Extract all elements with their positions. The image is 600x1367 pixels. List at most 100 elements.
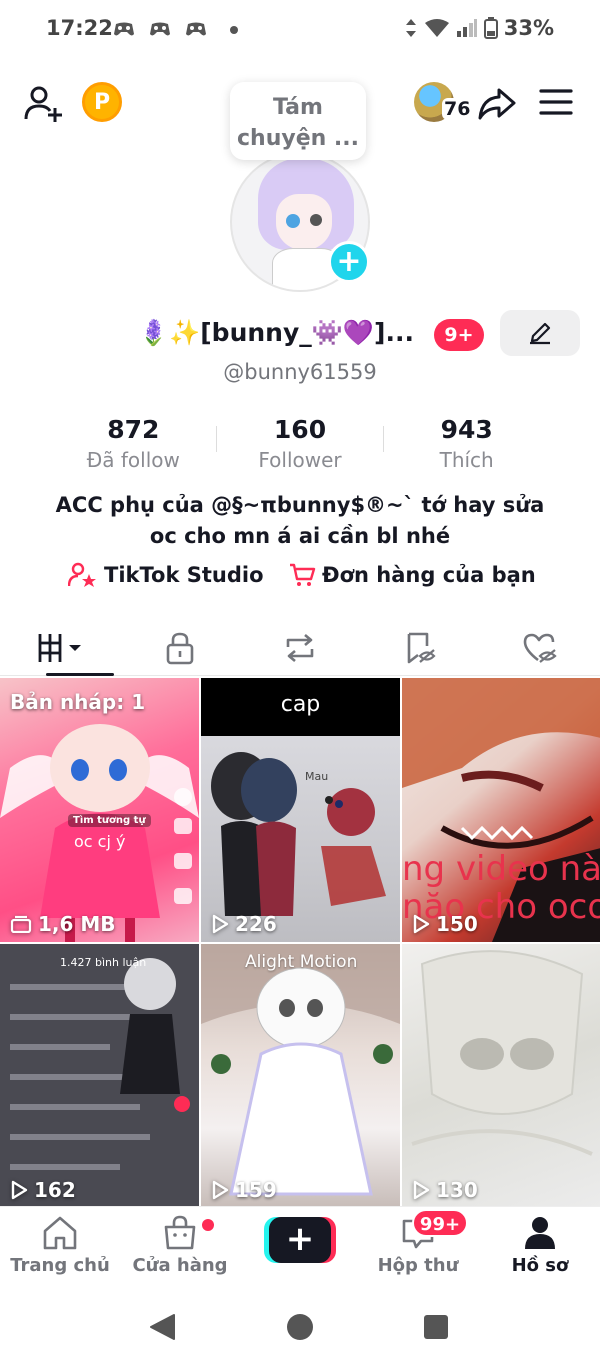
play-icon (212, 1180, 229, 1200)
view-count-value: 162 (34, 1178, 76, 1202)
thumbnail-art (201, 944, 400, 1196)
add-friend-icon[interactable] (22, 82, 64, 124)
profile-links: TikTok Studio Đơn hàng của bạn (0, 562, 600, 598)
overlay-caption: 1.427 bình luận (60, 956, 147, 969)
note-bubble[interactable]: Tám chuyện ... (230, 82, 366, 160)
view-count-value: 130 (436, 1178, 478, 1202)
wifi-icon (424, 19, 449, 37)
draft-stack-icon (10, 915, 32, 933)
lock-icon (166, 632, 194, 664)
tab-private[interactable] (120, 620, 240, 675)
tab-liked[interactable] (480, 620, 600, 675)
nav-profile[interactable]: Hồ sơ (480, 1215, 600, 1276)
video-thumbnail[interactable]: Mau cap 226 (201, 678, 400, 942)
nav-inbox-label: Hộp thư (377, 1255, 459, 1276)
nav-shop[interactable]: Cửa hàng (120, 1215, 240, 1276)
divider (383, 426, 384, 452)
tab-reposts[interactable] (240, 620, 360, 675)
game-controller-icon (114, 22, 134, 36)
draft-label: Bản nháp: 1 (10, 690, 146, 714)
stat-followers[interactable]: 160 Follower (217, 412, 384, 482)
create-button[interactable]: + (264, 1217, 336, 1263)
orders-link[interactable]: Đơn hàng của bạn (288, 562, 536, 588)
grid-icon (38, 633, 81, 662)
back-icon[interactable] (148, 1312, 178, 1342)
tab-videos[interactable] (0, 620, 120, 676)
shopping-bag-icon (164, 1215, 196, 1250)
pencil-icon (530, 322, 551, 345)
view-count: 226 (211, 912, 277, 936)
studio-link-label: TikTok Studio (104, 563, 264, 587)
profile-bio: ACC phụ của @§~πbunny$®~` tớ hay sửa oc … (55, 493, 545, 548)
status-time: 17:22 (46, 16, 113, 40)
video-thumbnail[interactable]: Alight Motion 159 (201, 944, 400, 1208)
stat-value: 160 (273, 415, 327, 444)
watermark-text: Alight Motion (245, 952, 358, 972)
tiktok-studio-link[interactable]: TikTok Studio (68, 562, 264, 588)
play-icon (11, 1180, 28, 1200)
system-navigation-bar (0, 1290, 600, 1367)
stat-label: Follower (258, 448, 342, 472)
view-count-value: 150 (436, 912, 478, 936)
thumbnail-art (411, 950, 593, 1156)
search-similar-tag: Tìm tương tự (68, 814, 151, 827)
recents-icon[interactable] (422, 1313, 450, 1341)
studio-person-star-icon (68, 562, 96, 587)
view-count: 150 (412, 912, 478, 936)
notification-badge[interactable]: 9+ (434, 319, 484, 351)
stat-label: Đã follow (86, 448, 180, 472)
bottom-navigation: Trang chủ Cửa hàng + 99+ Hộp thư Hồ sơ (0, 1206, 600, 1290)
nav-home-label: Trang chủ (10, 1255, 110, 1276)
data-arrows-icon (405, 19, 416, 37)
system-status: 33% (404, 16, 554, 40)
view-count: 130 (412, 1178, 478, 1202)
battery-icon (483, 17, 498, 39)
play-icon (413, 914, 430, 934)
battery-percentage: 33% (503, 16, 554, 40)
draft-size-value: 1,6 MB (38, 912, 116, 936)
home-circle-icon[interactable] (285, 1312, 315, 1342)
edit-profile-button[interactable] (500, 310, 580, 356)
home-icon (43, 1216, 77, 1250)
view-count-value: 226 (235, 912, 277, 936)
nav-home[interactable]: Trang chủ (0, 1215, 120, 1276)
share-icon[interactable] (476, 82, 518, 124)
inbox-badge: 99+ (412, 1209, 468, 1237)
draft-size: 1,6 MB (10, 912, 116, 936)
profile-username: @bunny61559 (223, 360, 377, 384)
video-thumbnail[interactable]: 1.427 bình luận 162 (0, 944, 199, 1208)
divider (216, 426, 217, 452)
more-notifications-dot (230, 26, 238, 34)
thumbnail-art (0, 724, 199, 942)
stat-likes[interactable]: 943 Thích (383, 412, 550, 482)
repost-icon (286, 633, 314, 662)
menu-icon[interactable] (538, 84, 574, 120)
video-grid: Bản nháp: 1 Tìm tương tự oc cj ý 1,6 MB … (0, 678, 600, 1208)
stat-value: 943 (440, 415, 493, 444)
friends-count: 76 (442, 98, 473, 120)
view-count-value: 159 (235, 1178, 277, 1202)
coin-icon: P (93, 89, 111, 115)
play-icon (212, 914, 229, 934)
game-controller-icon (186, 22, 206, 36)
thumbnail-art (0, 944, 199, 1208)
add-story-button[interactable]: + (328, 241, 370, 283)
stat-following[interactable]: 872 Đã follow (50, 412, 217, 482)
stat-value: 872 (107, 415, 160, 444)
coin-button[interactable]: P (82, 82, 122, 122)
plus-icon: + (269, 1217, 331, 1263)
svg-text:Mau: Mau (305, 770, 328, 783)
video-thumbnail[interactable]: ng video nà năo cho oco 150 (402, 678, 600, 942)
tab-favorites[interactable] (360, 620, 480, 675)
cart-icon (290, 563, 316, 586)
signal-icon (456, 19, 477, 37)
notification-icons (112, 20, 208, 40)
video-thumbnail-draft[interactable]: Bản nháp: 1 Tìm tương tự oc cj ý 1,6 MB (0, 678, 199, 942)
view-count: 162 (10, 1178, 76, 1202)
profile-nickname: 🪻✨[bunny_👾💜]... (138, 318, 414, 347)
video-thumbnail[interactable]: 130 (402, 944, 600, 1208)
status-bar: 17:22 33% (0, 0, 600, 60)
nav-profile-label: Hồ sơ (511, 1255, 569, 1276)
nav-inbox[interactable]: 99+ Hộp thư (358, 1209, 478, 1276)
profile-person-icon (525, 1217, 555, 1249)
